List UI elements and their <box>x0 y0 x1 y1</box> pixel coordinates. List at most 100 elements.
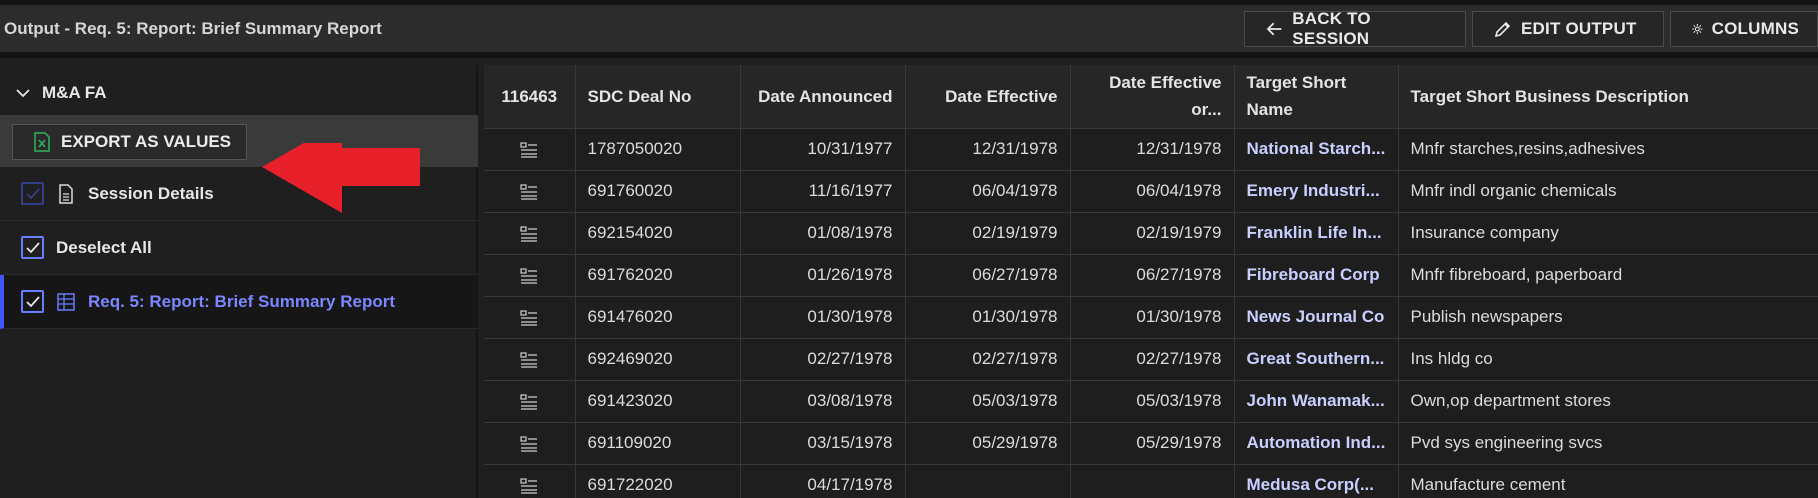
sidebar-item-label: Req. 5: Report: Brief Summary Report <box>88 291 395 311</box>
cell-sdc-deal-no: 692469020 <box>575 338 741 381</box>
list-detail-icon[interactable] <box>520 267 538 284</box>
table-row[interactable]: 691762020 01/26/1978 06/27/1978 06/27/1978 F… <box>484 254 1818 297</box>
column-header-target-business-desc[interactable]: Target Short Business Description <box>1398 65 1818 129</box>
list-detail-icon[interactable] <box>520 351 538 368</box>
results-table-container: 116463 SDC Deal No Date Announced Date E… <box>484 65 1818 498</box>
table-row[interactable]: 691109020 03/15/1978 05/29/1978 05/29/1978 A… <box>484 422 1818 465</box>
columns-label: COLUMNS <box>1711 19 1799 38</box>
cell-target-short-name[interactable]: News Journal Co <box>1234 296 1399 339</box>
cell-date-announced: 10/31/1977 <box>740 128 906 171</box>
export-row: EXPORT AS VALUES <box>0 115 478 213</box>
cell-sdc-deal-no: 691423020 <box>575 380 741 423</box>
export-label: EXPORT AS VALUES <box>61 132 232 151</box>
back-to-session-label: BACK TO SESSION <box>1292 9 1371 48</box>
page-title: Output - Req. 5: Report: Brief Summary R… <box>4 19 382 38</box>
list-detail-icon[interactable] <box>520 309 538 326</box>
table-row[interactable]: 691423020 03/08/1978 05/03/1978 05/03/1978 J… <box>484 380 1818 423</box>
export-as-values-button[interactable]: EXPORT AS VALUES <box>12 124 247 160</box>
column-header-date-announced[interactable]: Date Announced <box>740 65 906 129</box>
row-detail-cell[interactable] <box>484 128 576 171</box>
table-icon <box>57 292 75 311</box>
list-detail-icon[interactable] <box>520 477 538 494</box>
cell-target-short-name[interactable]: Medusa Corp(... <box>1234 464 1399 498</box>
cell-target-business-desc: Own,op department stores <box>1398 380 1818 423</box>
cell-sdc-deal-no: 691476020 <box>575 296 741 339</box>
cell-sdc-deal-no: 691722020 <box>575 464 741 498</box>
list-detail-icon[interactable] <box>520 183 538 200</box>
cell-date-effective-or: 05/03/1978 <box>1070 380 1235 423</box>
cell-date-effective: 02/19/1979 <box>905 212 1071 255</box>
column-header-count[interactable]: 116463 <box>484 65 576 129</box>
list-detail-icon[interactable] <box>520 393 538 410</box>
sidebar-item-session-details[interactable]: Session Details <box>0 167 478 221</box>
column-header-sdc-deal-no[interactable]: SDC Deal No <box>575 65 741 129</box>
cell-date-effective: 12/31/1978 <box>905 128 1071 171</box>
cell-date-announced: 01/30/1978 <box>740 296 906 339</box>
cell-target-business-desc: Manufacture cement <box>1398 464 1818 498</box>
cell-target-business-desc: Mnfr indl organic chemicals <box>1398 170 1818 213</box>
row-detail-cell[interactable] <box>484 380 576 423</box>
table-row[interactable]: 691722020 04/17/1978 Medusa Corp(... Manufa… <box>484 464 1818 498</box>
checkbox[interactable] <box>21 236 44 259</box>
arrow-left-icon <box>1266 22 1282 36</box>
table-row[interactable]: 692469020 02/27/1978 02/27/1978 02/27/1978 G… <box>484 338 1818 381</box>
cell-date-effective-or: 06/27/1978 <box>1070 254 1235 297</box>
cell-date-effective: 05/03/1978 <box>905 380 1071 423</box>
table-row[interactable]: 1787050020 10/31/1977 12/31/1978 12/31/1978… <box>484 128 1818 171</box>
column-header-date-effective-or[interactable]: Date Effective or... <box>1070 65 1235 129</box>
checkbox[interactable] <box>21 290 44 313</box>
row-detail-cell[interactable] <box>484 254 576 297</box>
cell-date-announced: 03/08/1978 <box>740 380 906 423</box>
cell-target-short-name[interactable]: National Starch... <box>1234 128 1399 171</box>
cell-sdc-deal-no: 691109020 <box>575 422 741 465</box>
edit-output-label: EDIT OUTPUT <box>1521 19 1637 38</box>
cell-target-short-name[interactable]: Automation Ind... <box>1234 422 1399 465</box>
back-to-session-button[interactable]: BACK TO SESSION <box>1244 9 1466 48</box>
column-header-date-effective[interactable]: Date Effective <box>905 65 1071 129</box>
results-table: 116463 SDC Deal No Date Announced Date E… <box>484 65 1818 498</box>
cell-target-short-name[interactable]: Great Southern... <box>1234 338 1399 381</box>
gear-icon <box>1692 23 1703 35</box>
cell-target-business-desc: Mnfr fibreboard, paperboard <box>1398 254 1818 297</box>
document-icon <box>59 183 73 204</box>
cell-date-effective: 02/27/1978 <box>905 338 1071 381</box>
cell-date-effective-or: 02/27/1978 <box>1070 338 1235 381</box>
columns-button[interactable]: COLUMNS <box>1670 11 1818 47</box>
cell-target-short-name[interactable]: Fibreboard Corp <box>1234 254 1399 297</box>
list-detail-icon[interactable] <box>520 141 538 158</box>
row-detail-cell[interactable] <box>484 464 576 498</box>
check-icon <box>25 187 40 199</box>
cell-date-announced: 01/08/1978 <box>740 212 906 255</box>
row-detail-cell[interactable] <box>484 338 576 381</box>
cell-date-announced: 11/16/1977 <box>740 170 906 213</box>
row-detail-cell[interactable] <box>484 422 576 465</box>
cell-date-announced: 02/27/1978 <box>740 338 906 381</box>
table-row[interactable]: 692154020 01/08/1978 02/19/1979 02/19/1979 F… <box>484 212 1818 255</box>
row-detail-cell[interactable] <box>484 296 576 339</box>
row-detail-cell[interactable] <box>484 170 576 213</box>
cell-sdc-deal-no: 1787050020 <box>575 128 741 171</box>
cell-date-effective <box>905 464 1071 498</box>
group-label: M&A FA <box>42 83 107 102</box>
column-header-target-short-name[interactable]: Target Short Name <box>1234 65 1399 129</box>
cell-target-short-name[interactable]: Franklin Life In... <box>1234 212 1399 255</box>
cell-date-effective-or: 12/31/1978 <box>1070 128 1235 171</box>
cell-target-short-name[interactable]: Emery Industri... <box>1234 170 1399 213</box>
pencil-icon <box>1494 21 1511 38</box>
sidebar-item-report[interactable]: Req. 5: Report: Brief Summary Report <box>0 275 478 329</box>
list-detail-icon[interactable] <box>520 435 538 452</box>
group-header[interactable]: M&A FA <box>14 83 107 103</box>
cell-target-business-desc: Insurance company <box>1398 212 1818 255</box>
cell-date-effective: 06/27/1978 <box>905 254 1071 297</box>
table-row[interactable]: 691760020 11/16/1977 06/04/1978 06/04/1978 E… <box>484 170 1818 213</box>
cell-date-effective-or <box>1070 464 1235 498</box>
table-row[interactable]: 691476020 01/30/1978 01/30/1978 01/30/1978 N… <box>484 296 1818 339</box>
list-detail-icon[interactable] <box>520 225 538 242</box>
cell-sdc-deal-no: 691760020 <box>575 170 741 213</box>
cell-target-short-name[interactable]: John Wanamak... <box>1234 380 1399 423</box>
sidebar-item-deselect-all[interactable]: Deselect All <box>0 221 478 275</box>
edit-output-button[interactable]: EDIT OUTPUT <box>1472 11 1664 47</box>
checkbox[interactable] <box>21 182 44 205</box>
row-detail-cell[interactable] <box>484 212 576 255</box>
table-header-row: 116463 SDC Deal No Date Announced Date E… <box>484 65 1818 129</box>
